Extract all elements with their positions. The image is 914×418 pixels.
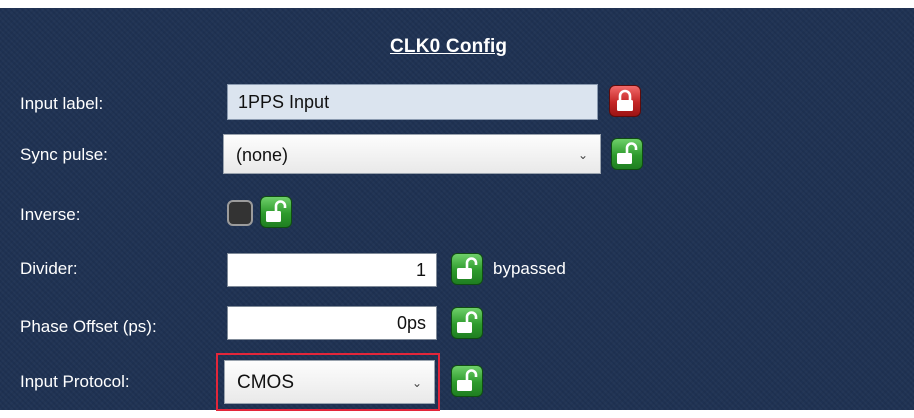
phase-offset-input[interactable]: 0ps <box>227 306 437 340</box>
config-panel: CLK0 Config Input label: 1PPS Input Sync… <box>0 8 914 411</box>
chevron-down-icon: ⌄ <box>411 376 422 390</box>
sync-pulse-label: Sync pulse: <box>20 145 108 164</box>
panel-title: CLK0 Config <box>390 36 508 57</box>
divider-value: 1 <box>415 260 426 280</box>
lock-open-icon[interactable] <box>451 307 483 339</box>
input-label-field[interactable]: 1PPS Input <box>227 84 598 120</box>
input-label-value: 1PPS Input <box>238 92 330 112</box>
inverse-label: Inverse: <box>20 205 81 224</box>
divider-bypassed-note: bypassed <box>493 259 566 278</box>
lock-open-icon[interactable] <box>451 365 483 397</box>
inverse-checkbox[interactable] <box>227 200 253 226</box>
lock-closed-icon[interactable] <box>609 85 641 117</box>
input-protocol-value: CMOS <box>237 372 294 393</box>
chevron-down-icon: ⌄ <box>577 148 588 162</box>
phase-offset-label: Phase Offset (ps): <box>20 317 157 336</box>
sync-pulse-select[interactable]: (none) ⌄ <box>223 134 601 174</box>
phase-offset-value: 0ps <box>396 313 426 333</box>
divider-label: Divider: <box>20 259 78 278</box>
input-protocol-label: Input Protocol: <box>20 372 130 391</box>
sync-pulse-value: (none) <box>236 145 289 165</box>
lock-open-icon[interactable] <box>451 253 483 285</box>
divider-input[interactable]: 1 <box>227 253 437 287</box>
lock-open-icon[interactable] <box>260 196 292 228</box>
lock-open-icon[interactable] <box>611 138 643 170</box>
input-label-label: Input label: <box>20 94 104 113</box>
input-protocol-select[interactable]: CMOS ⌄ <box>224 360 435 404</box>
